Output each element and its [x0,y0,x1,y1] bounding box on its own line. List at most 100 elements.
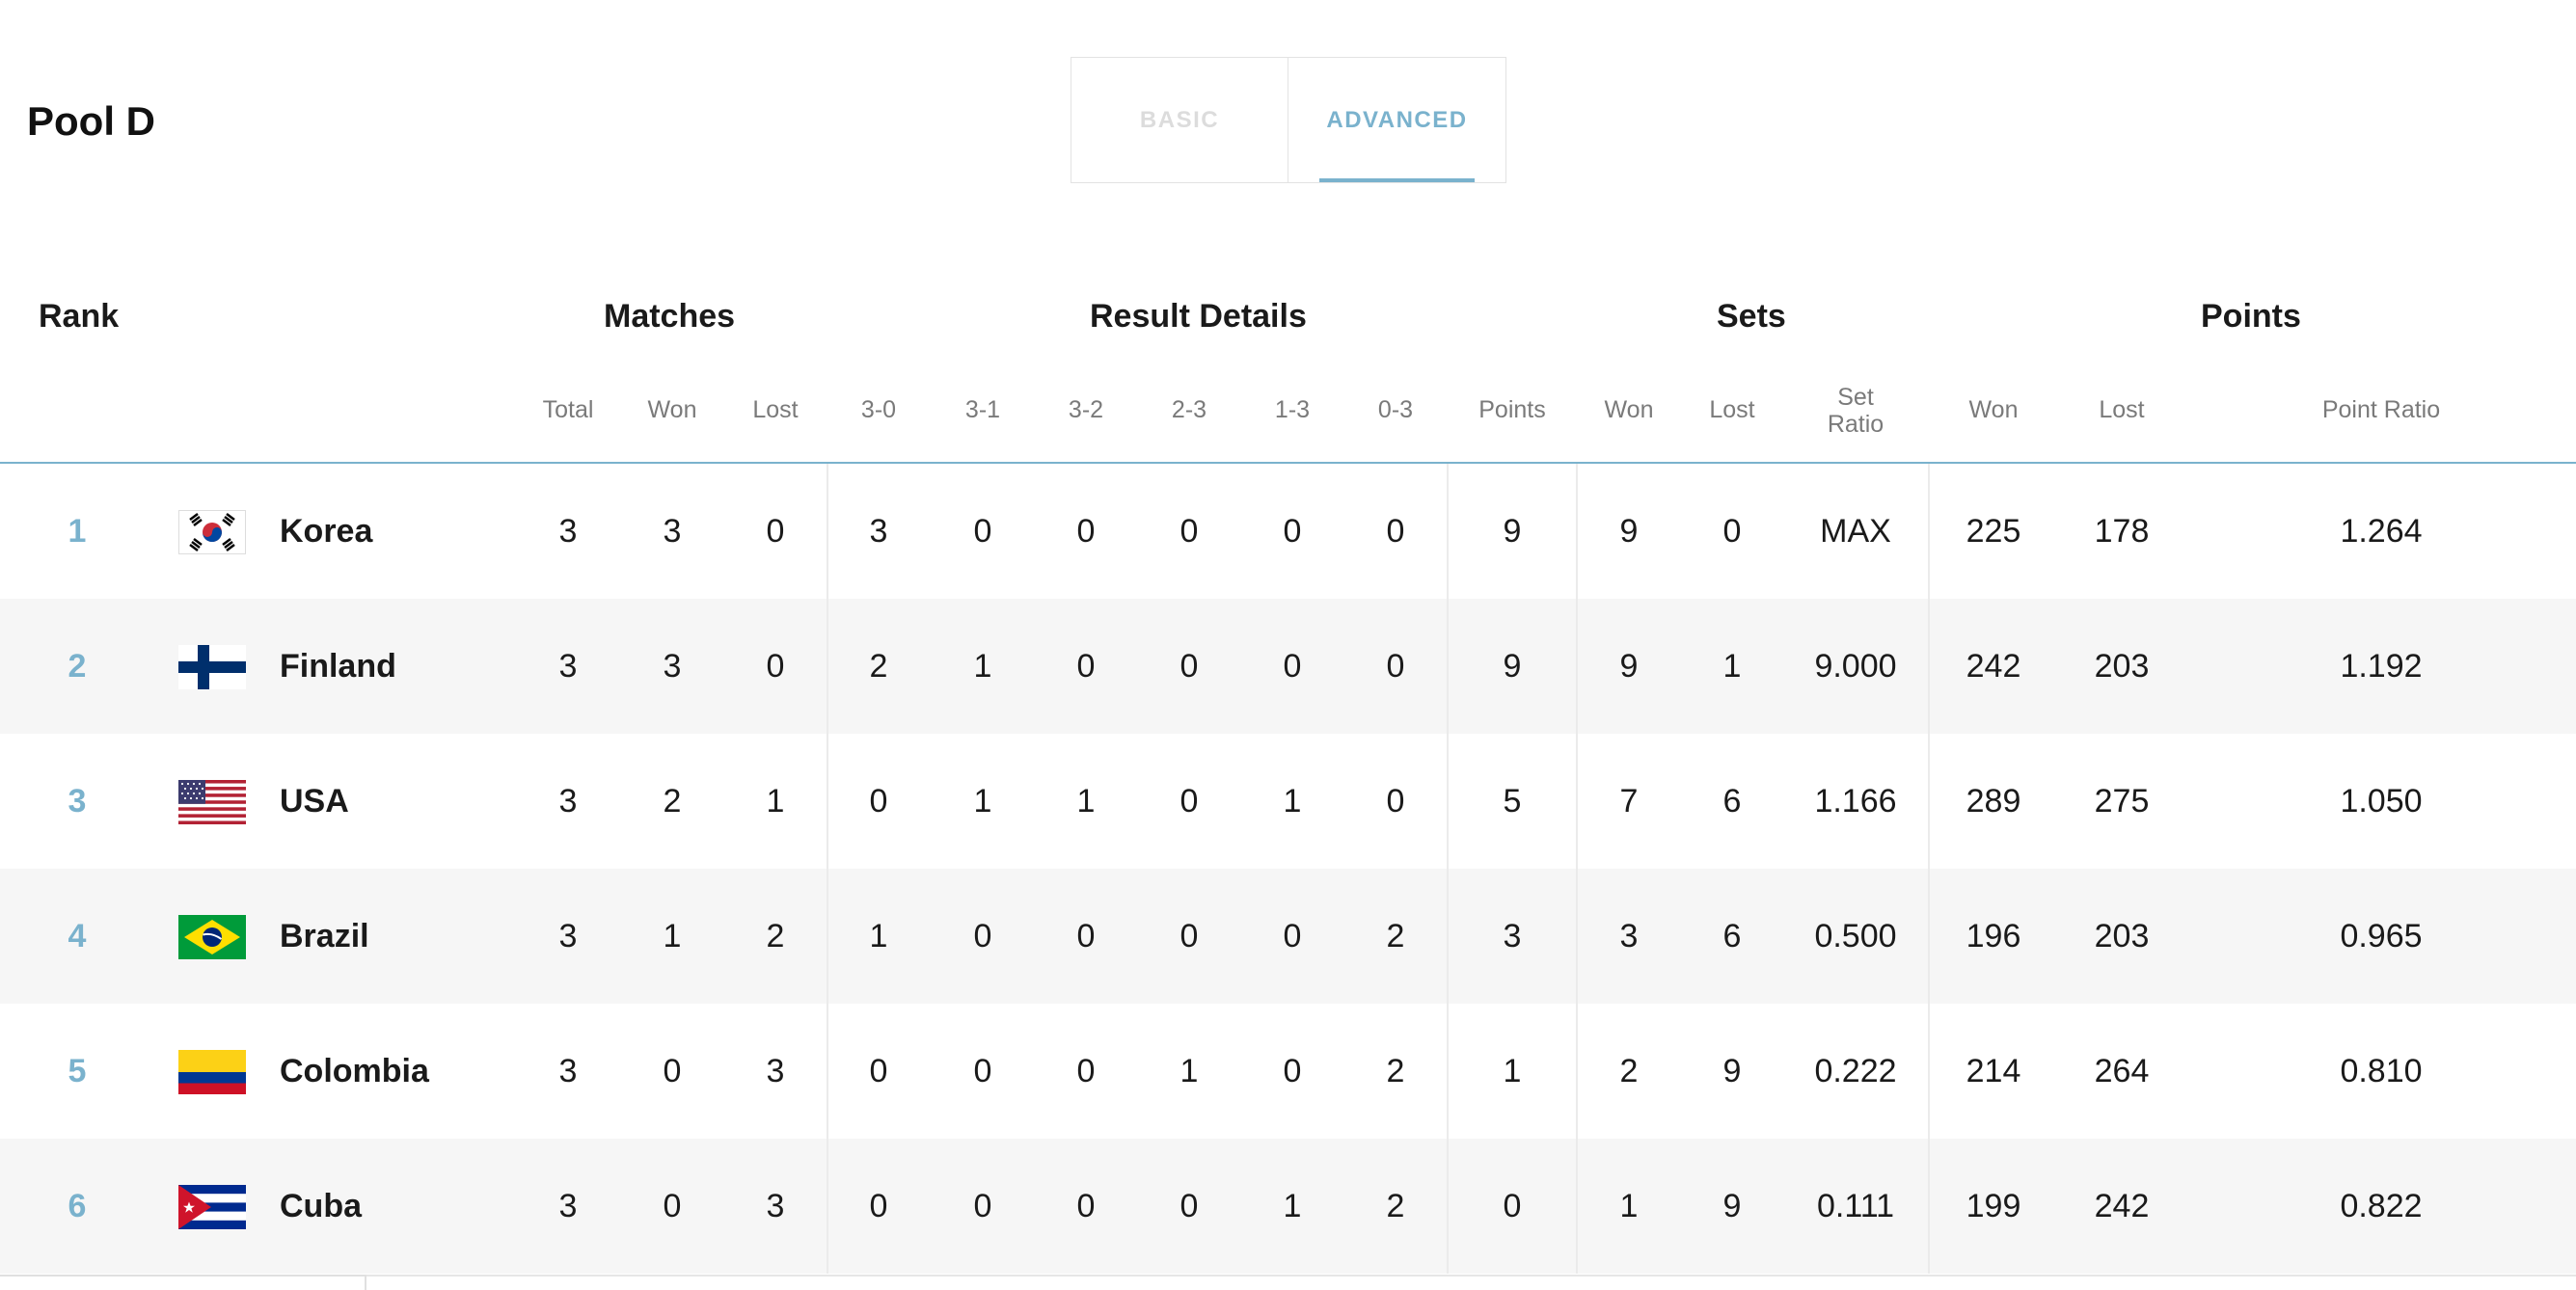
result-3-1-cell: 0 [973,1188,992,1224]
result-3-0-cell: 0 [869,1188,888,1224]
table-row[interactable]: 3 USA 3 2 1 0 1 1 0 1 0 5 7 6 1.166 289 … [0,734,2576,869]
point-ratio-cell: 1.192 [2340,648,2423,685]
matches-total-cell: 3 [558,513,578,550]
sets-lost-cell: 1 [1722,648,1742,685]
point-ratio-cell: 0.965 [2340,918,2423,954]
table-row[interactable]: 5 Colombia 3 0 3 0 0 0 1 0 2 1 2 9 0.222… [0,1004,2576,1139]
result-2-3-cell: 0 [1180,783,1199,820]
result-2-3-cell: 0 [1180,1188,1199,1224]
matches-won-cell: 1 [663,918,682,954]
tab-basic[interactable]: BASIC [1071,58,1288,182]
result-0-3-cell: 0 [1386,513,1405,550]
points-lost-cell: 275 [2094,783,2150,820]
col-set-ratio-line1: Set [1837,384,1874,411]
result-2-3-cell: 1 [1180,1053,1199,1089]
result-3-0-cell: 3 [869,513,888,550]
rank-cell: 4 [68,918,87,954]
sets-lost-cell: 9 [1722,1053,1742,1089]
matches-total-cell: 3 [558,918,578,954]
col-points-won: Won [1968,396,2019,423]
rank-cell: 3 [68,783,87,820]
result-0-3-cell: 0 [1386,648,1405,685]
result-1-3-cell: 0 [1283,1053,1302,1089]
divider-results-points [1447,464,1449,1274]
team-name[interactable]: USA [280,734,349,869]
col-matches-won: Won [647,396,697,423]
set-ratio-cell: 0.500 [1814,918,1897,954]
col-set-ratio-line2: Ratio [1827,411,1885,438]
result-3-1-cell: 1 [973,783,992,820]
result-0-3-cell: 2 [1386,918,1405,954]
result-1-3-cell: 1 [1283,783,1302,820]
points-lost-cell: 203 [2094,648,2150,685]
col-result-points: Points [1478,396,1546,423]
result-points-cell: 1 [1503,1053,1522,1089]
standings-table: 1 Korea 3 3 0 3 0 0 0 0 0 9 9 0 MAX 225 … [0,464,2576,1274]
horizontal-scrollbar[interactable] [0,1275,366,1290]
sets-lost-cell: 9 [1722,1188,1742,1224]
result-points-cell: 5 [1503,783,1522,820]
team-name[interactable]: Cuba [280,1139,362,1274]
result-3-2-cell: 0 [1076,1053,1096,1089]
matches-won-cell: 0 [663,1188,682,1224]
set-ratio-cell: 9.000 [1814,648,1897,685]
tab-advanced[interactable]: ADVANCED [1288,58,1505,182]
matches-won-cell: 3 [663,513,682,550]
result-0-3-cell: 2 [1386,1053,1405,1089]
points-lost-cell: 264 [2094,1053,2150,1089]
points-lost-cell: 242 [2094,1188,2150,1224]
team-name[interactable]: Colombia [280,1004,429,1139]
matches-total-cell: 3 [558,1188,578,1224]
sets-won-cell: 7 [1619,783,1639,820]
team-name[interactable]: Finland [280,599,396,734]
view-toggle: BASIC ADVANCED [1071,57,1506,183]
col-sets-won: Won [1604,396,1654,423]
col-result-1-3: 1-3 [1274,396,1311,423]
rank-heading: Rank [39,298,120,335]
team-name[interactable]: Korea [280,464,372,599]
result-3-0-cell: 0 [869,783,888,820]
table-row[interactable]: 4 Brazil 3 1 2 1 0 0 0 0 2 3 3 6 0.500 1… [0,869,2576,1004]
col-set-ratio: Set Ratio [1828,384,1884,438]
result-1-3-cell: 0 [1283,513,1302,550]
result-0-3-cell: 2 [1386,1188,1405,1224]
matches-heading: Matches [604,298,736,335]
result-3-0-cell: 0 [869,1053,888,1089]
rank-cell: 6 [68,1188,87,1224]
team-name[interactable]: Brazil [280,869,369,1004]
result-3-2-cell: 1 [1076,783,1096,820]
rank-cell: 2 [68,648,87,685]
result-2-3-cell: 0 [1180,513,1199,550]
result-3-2-cell: 0 [1076,513,1096,550]
sets-won-cell: 9 [1619,513,1639,550]
points-won-cell: 242 [1966,648,2021,685]
table-row[interactable]: 6 Cuba 3 0 3 0 0 0 0 1 2 0 1 9 0.111 199… [0,1139,2576,1274]
table-row[interactable]: 1 Korea 3 3 0 3 0 0 0 0 0 9 9 0 MAX 225 … [0,464,2576,599]
rank-cell: 1 [68,513,87,550]
result-3-2-cell: 0 [1076,918,1096,954]
sets-won-cell: 9 [1619,648,1639,685]
result-points-cell: 9 [1503,513,1522,550]
col-matches-lost: Lost [752,396,799,423]
matches-won-cell: 0 [663,1053,682,1089]
point-ratio-cell: 1.264 [2340,513,2423,550]
result-3-1-cell: 0 [973,918,992,954]
table-bottom-rule [0,1275,2576,1277]
matches-total-cell: 3 [558,1053,578,1089]
table-row[interactable]: 2 Finland 3 3 0 2 1 0 0 0 0 9 9 1 9.000 … [0,599,2576,734]
sets-heading: Sets [1717,298,1786,335]
korea-flag-icon [178,510,246,554]
page-title: Pool D [27,98,155,144]
result-0-3-cell: 0 [1386,783,1405,820]
col-points-lost: Lost [2099,396,2145,423]
matches-total-cell: 3 [558,783,578,820]
points-lost-cell: 203 [2094,918,2150,954]
points-won-cell: 196 [1966,918,2021,954]
result-2-3-cell: 0 [1180,918,1199,954]
usa-flag-icon [178,780,246,824]
sets-lost-cell: 0 [1722,513,1742,550]
matches-won-cell: 3 [663,648,682,685]
result-points-cell: 3 [1503,918,1522,954]
cuba-flag-icon [178,1185,246,1229]
points-won-cell: 214 [1966,1053,2021,1089]
